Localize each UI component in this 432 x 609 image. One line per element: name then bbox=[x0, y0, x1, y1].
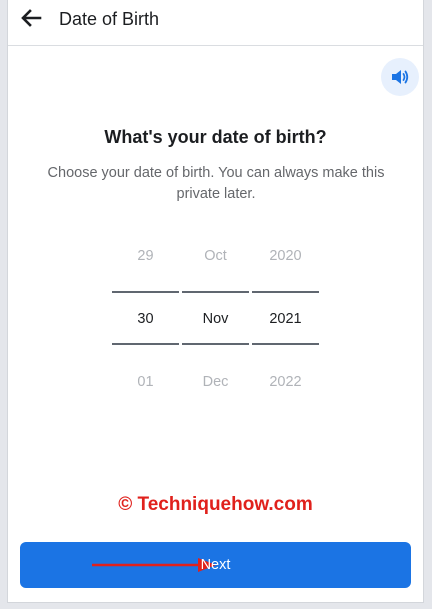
month-option-prev[interactable]: Oct bbox=[182, 248, 249, 264]
month-picker[interactable]: Oct Nov Dec bbox=[182, 240, 249, 405]
year-option-prev[interactable]: 2020 bbox=[252, 248, 319, 264]
day-option-selected[interactable]: 30 bbox=[112, 311, 179, 327]
dob-card: Date of Birth What's your date of birth?… bbox=[7, 0, 424, 603]
day-option-next[interactable]: 01 bbox=[112, 374, 179, 390]
year-option-selected[interactable]: 2021 bbox=[252, 311, 319, 327]
speaker-icon bbox=[392, 70, 409, 84]
next-button[interactable]: Next bbox=[20, 542, 411, 588]
day-divider-top bbox=[112, 291, 179, 293]
month-divider-top bbox=[182, 291, 249, 293]
year-option-next[interactable]: 2022 bbox=[252, 374, 319, 390]
year-picker[interactable]: 2020 2021 2022 bbox=[252, 240, 319, 405]
month-option-next[interactable]: Dec bbox=[182, 374, 249, 390]
month-divider-bottom bbox=[182, 343, 249, 345]
prompt-heading: What's your date of birth? bbox=[104, 127, 327, 147]
prompt-subtext: Choose your date of birth. You can alway… bbox=[47, 165, 385, 202]
arrow-left-icon bbox=[21, 9, 42, 27]
watermark: © Techniquehow.com bbox=[118, 494, 313, 515]
year-divider-top bbox=[252, 291, 319, 293]
month-option-selected[interactable]: Nov bbox=[182, 311, 249, 327]
back-button[interactable] bbox=[20, 8, 42, 28]
day-picker[interactable]: 29 30 01 bbox=[112, 240, 179, 405]
year-divider-bottom bbox=[252, 343, 319, 345]
next-button-label: Next bbox=[200, 557, 231, 573]
speaker-button[interactable] bbox=[381, 58, 419, 96]
day-option-prev[interactable]: 29 bbox=[112, 248, 179, 264]
day-divider-bottom bbox=[112, 343, 179, 345]
page-title: Date of Birth bbox=[59, 9, 160, 29]
header-bar: Date of Birth bbox=[8, 0, 423, 46]
